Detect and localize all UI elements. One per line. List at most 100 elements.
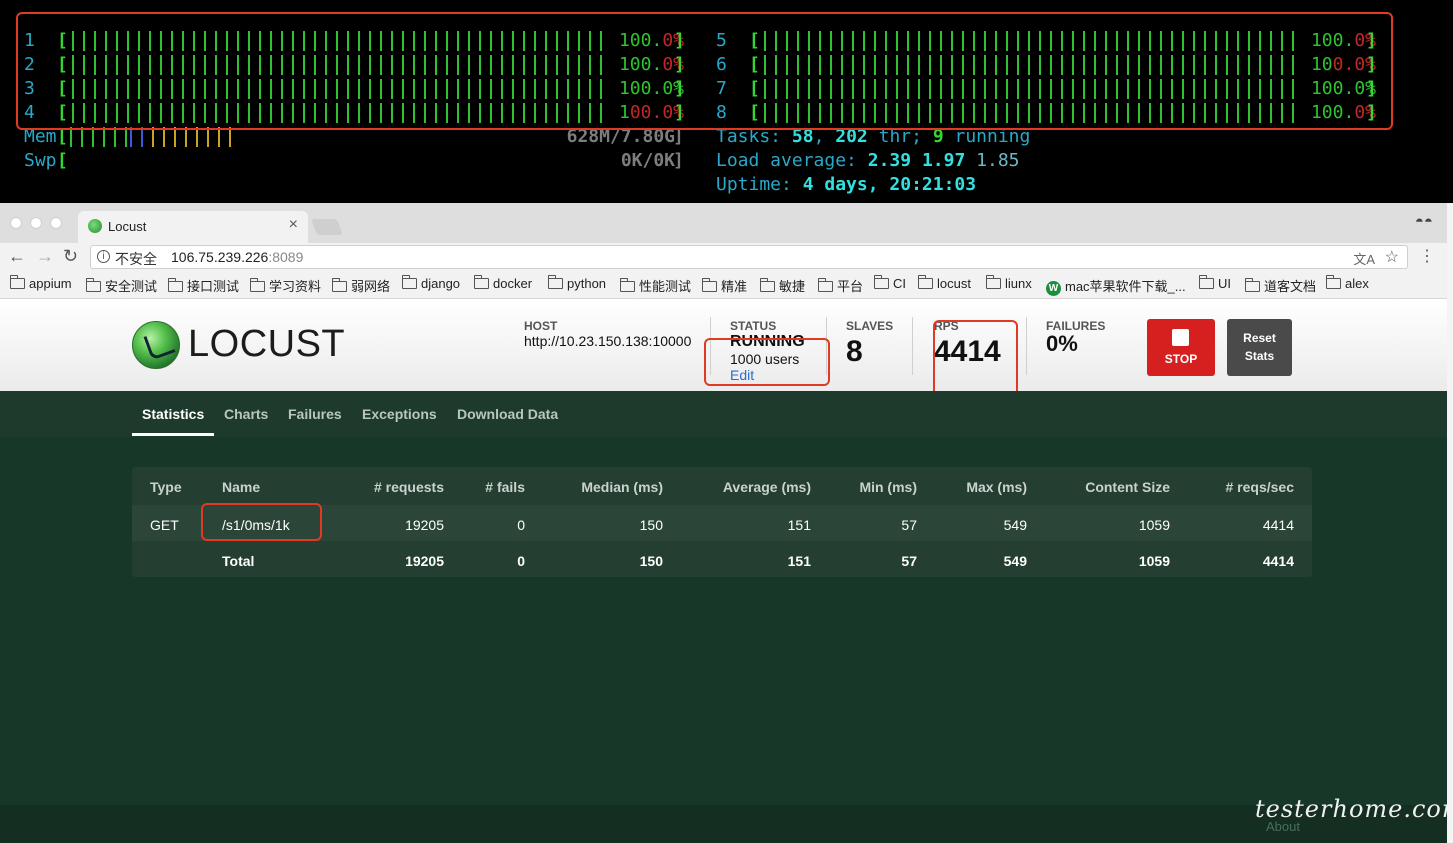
cell-requests: # requests bbox=[373, 479, 444, 495]
bookmark-item[interactable]: 接口测试 bbox=[167, 276, 239, 295]
tab-close-icon[interactable]: × bbox=[289, 216, 298, 234]
bookmark-star-icon[interactable]: ☆ bbox=[1385, 247, 1399, 267]
cell-fails: 0 bbox=[517, 517, 525, 533]
stop-button[interactable]: STOP bbox=[1147, 319, 1215, 376]
cpu-highlight-box bbox=[16, 12, 1393, 130]
tab-statistics[interactable]: Statistics bbox=[142, 406, 204, 422]
cell-name: Total bbox=[222, 553, 255, 569]
cell-content-size: 1059 bbox=[1138, 517, 1170, 533]
locust-footer: About bbox=[0, 805, 1447, 843]
cell-median: 150 bbox=[639, 517, 663, 533]
cell-type: GET bbox=[150, 517, 179, 533]
bookmark-item[interactable]: python bbox=[547, 275, 607, 291]
uptime-line: Uptime: 4 days, 20:21:03 bbox=[716, 174, 977, 195]
security-label[interactable]: 不安全 bbox=[115, 249, 157, 269]
window-minimize-button[interactable] bbox=[30, 217, 42, 229]
bookmark-label: python bbox=[567, 276, 607, 291]
folder-icon bbox=[619, 278, 635, 292]
window-zoom-button[interactable] bbox=[50, 217, 62, 229]
bookmark-item[interactable]: 精准 bbox=[701, 276, 747, 295]
bookmark-label: appium bbox=[29, 276, 72, 291]
new-tab-button[interactable] bbox=[311, 219, 343, 235]
browser-tab[interactable]: Locust × bbox=[78, 211, 308, 243]
bookmark-label: 学习资料 bbox=[269, 279, 322, 294]
folder-icon bbox=[701, 278, 717, 292]
site-icon: W bbox=[1046, 281, 1061, 296]
bookmark-item[interactable]: appium bbox=[9, 275, 72, 291]
url-text[interactable]: 106.75.239.226:8089 bbox=[171, 249, 303, 265]
slaves-value: 8 bbox=[846, 335, 863, 368]
window-close-button[interactable] bbox=[10, 217, 22, 229]
locust-page: LOCUST HOST http://10.23.150.138:10000 S… bbox=[0, 299, 1453, 843]
forward-icon[interactable]: → bbox=[36, 246, 54, 267]
bookmark-item[interactable]: 平台 bbox=[817, 276, 863, 295]
failures-value: 0% bbox=[1046, 331, 1078, 356]
url-port: :8089 bbox=[268, 249, 304, 265]
folder-icon bbox=[547, 275, 563, 289]
bookmark-item[interactable]: 安全测试 bbox=[85, 276, 157, 295]
translate-icon[interactable]: 文A bbox=[1353, 249, 1375, 268]
reload-icon[interactable]: ↻ bbox=[63, 246, 78, 267]
table-header-row: Type Name # requests # fails Median (ms) Aver… bbox=[132, 467, 1312, 505]
tab-exceptions[interactable]: Exceptions bbox=[362, 406, 437, 422]
statistics-table: Type Name # requests # fails Median (ms) Aver… bbox=[132, 467, 1312, 577]
cell-average: 151 bbox=[787, 553, 811, 569]
tab-download-data[interactable]: Download Data bbox=[457, 406, 558, 422]
divider bbox=[1026, 317, 1027, 375]
folder-icon bbox=[167, 278, 183, 292]
bookmark-item[interactable]: alex bbox=[1325, 275, 1369, 291]
tab-charts[interactable]: Charts bbox=[224, 406, 268, 422]
active-tab-indicator bbox=[132, 433, 214, 436]
bookmarks-bar: appium 安全测试 接口测试 学习资料 弱网络 django docker python 性… bbox=[0, 271, 1447, 299]
cell-max: 549 bbox=[1003, 517, 1027, 533]
bookmark-item[interactable]: 弱网络 bbox=[331, 276, 390, 295]
bookmark-item[interactable]: liunx bbox=[985, 275, 1032, 291]
bookmark-item[interactable]: docker bbox=[473, 275, 533, 291]
cell-min: 57 bbox=[901, 553, 917, 569]
cell-requests: 19205 bbox=[405, 517, 444, 533]
bookmark-item[interactable]: 性能测试 bbox=[619, 276, 691, 295]
name-highlight-box bbox=[201, 503, 322, 541]
cell-min: 57 bbox=[901, 517, 917, 533]
cell-reqs-per-sec: 4414 bbox=[1262, 553, 1294, 569]
reset-stats-button[interactable]: Reset Stats bbox=[1227, 319, 1292, 376]
bookmark-label: docker bbox=[493, 276, 533, 291]
host-value: http://10.23.150.138:10000 bbox=[524, 333, 692, 349]
folder-icon bbox=[473, 275, 489, 289]
browser-menu-icon[interactable]: ⋮ bbox=[1419, 246, 1435, 266]
address-bar[interactable]: i 不安全 106.75.239.226:8089 文A ☆ bbox=[90, 245, 1408, 269]
locust-header: LOCUST HOST http://10.23.150.138:10000 S… bbox=[0, 299, 1447, 400]
info-icon[interactable]: i bbox=[97, 250, 110, 263]
bookmark-label: alex bbox=[1345, 276, 1369, 291]
folder-icon bbox=[1325, 275, 1341, 289]
bookmark-item[interactable]: 道客文档 bbox=[1244, 276, 1316, 295]
browser-tab-strip: Locust × ◓◓ bbox=[0, 203, 1447, 243]
cell-fails: 0 bbox=[517, 553, 525, 569]
bookmark-item[interactable]: 敏捷 bbox=[759, 276, 805, 295]
divider bbox=[912, 317, 913, 375]
cell-content-size: Content Size bbox=[1085, 479, 1170, 495]
swp-bracket-close: ] bbox=[673, 150, 684, 171]
stop-label: STOP bbox=[1164, 352, 1198, 366]
browser-toolbar: ← → ↻ i 不安全 106.75.239.226:8089 文A ☆ ⋮ bbox=[0, 243, 1447, 271]
folder-icon bbox=[985, 275, 1001, 289]
status-label: STATUS bbox=[730, 319, 777, 333]
status-highlight-box bbox=[704, 338, 830, 386]
swp-value: 0K/0K bbox=[620, 150, 675, 171]
cell-max: Max (ms) bbox=[966, 479, 1027, 495]
tab-failures[interactable]: Failures bbox=[288, 406, 342, 422]
incognito-icon: ◓◓ bbox=[1414, 213, 1433, 230]
cell-reqs-per-sec: # reqs/sec bbox=[1225, 479, 1295, 495]
load-average-line: Load average: 2.39 1.97 1.85 bbox=[716, 150, 1020, 171]
window-edge bbox=[1447, 203, 1453, 843]
folder-icon bbox=[331, 278, 347, 292]
bookmark-item[interactable]: CI bbox=[873, 275, 906, 291]
bookmark-item[interactable]: 学习资料 bbox=[249, 276, 322, 295]
bookmark-item[interactable]: locust bbox=[917, 275, 971, 291]
bookmark-item[interactable]: django bbox=[401, 275, 460, 291]
locust-favicon-icon bbox=[88, 219, 102, 233]
back-icon[interactable]: ← bbox=[8, 246, 26, 267]
bookmark-item[interactable]: UI bbox=[1198, 275, 1231, 291]
bookmark-item[interactable]: Wmac苹果软件下载_... bbox=[1046, 276, 1186, 296]
folder-icon bbox=[9, 275, 25, 289]
